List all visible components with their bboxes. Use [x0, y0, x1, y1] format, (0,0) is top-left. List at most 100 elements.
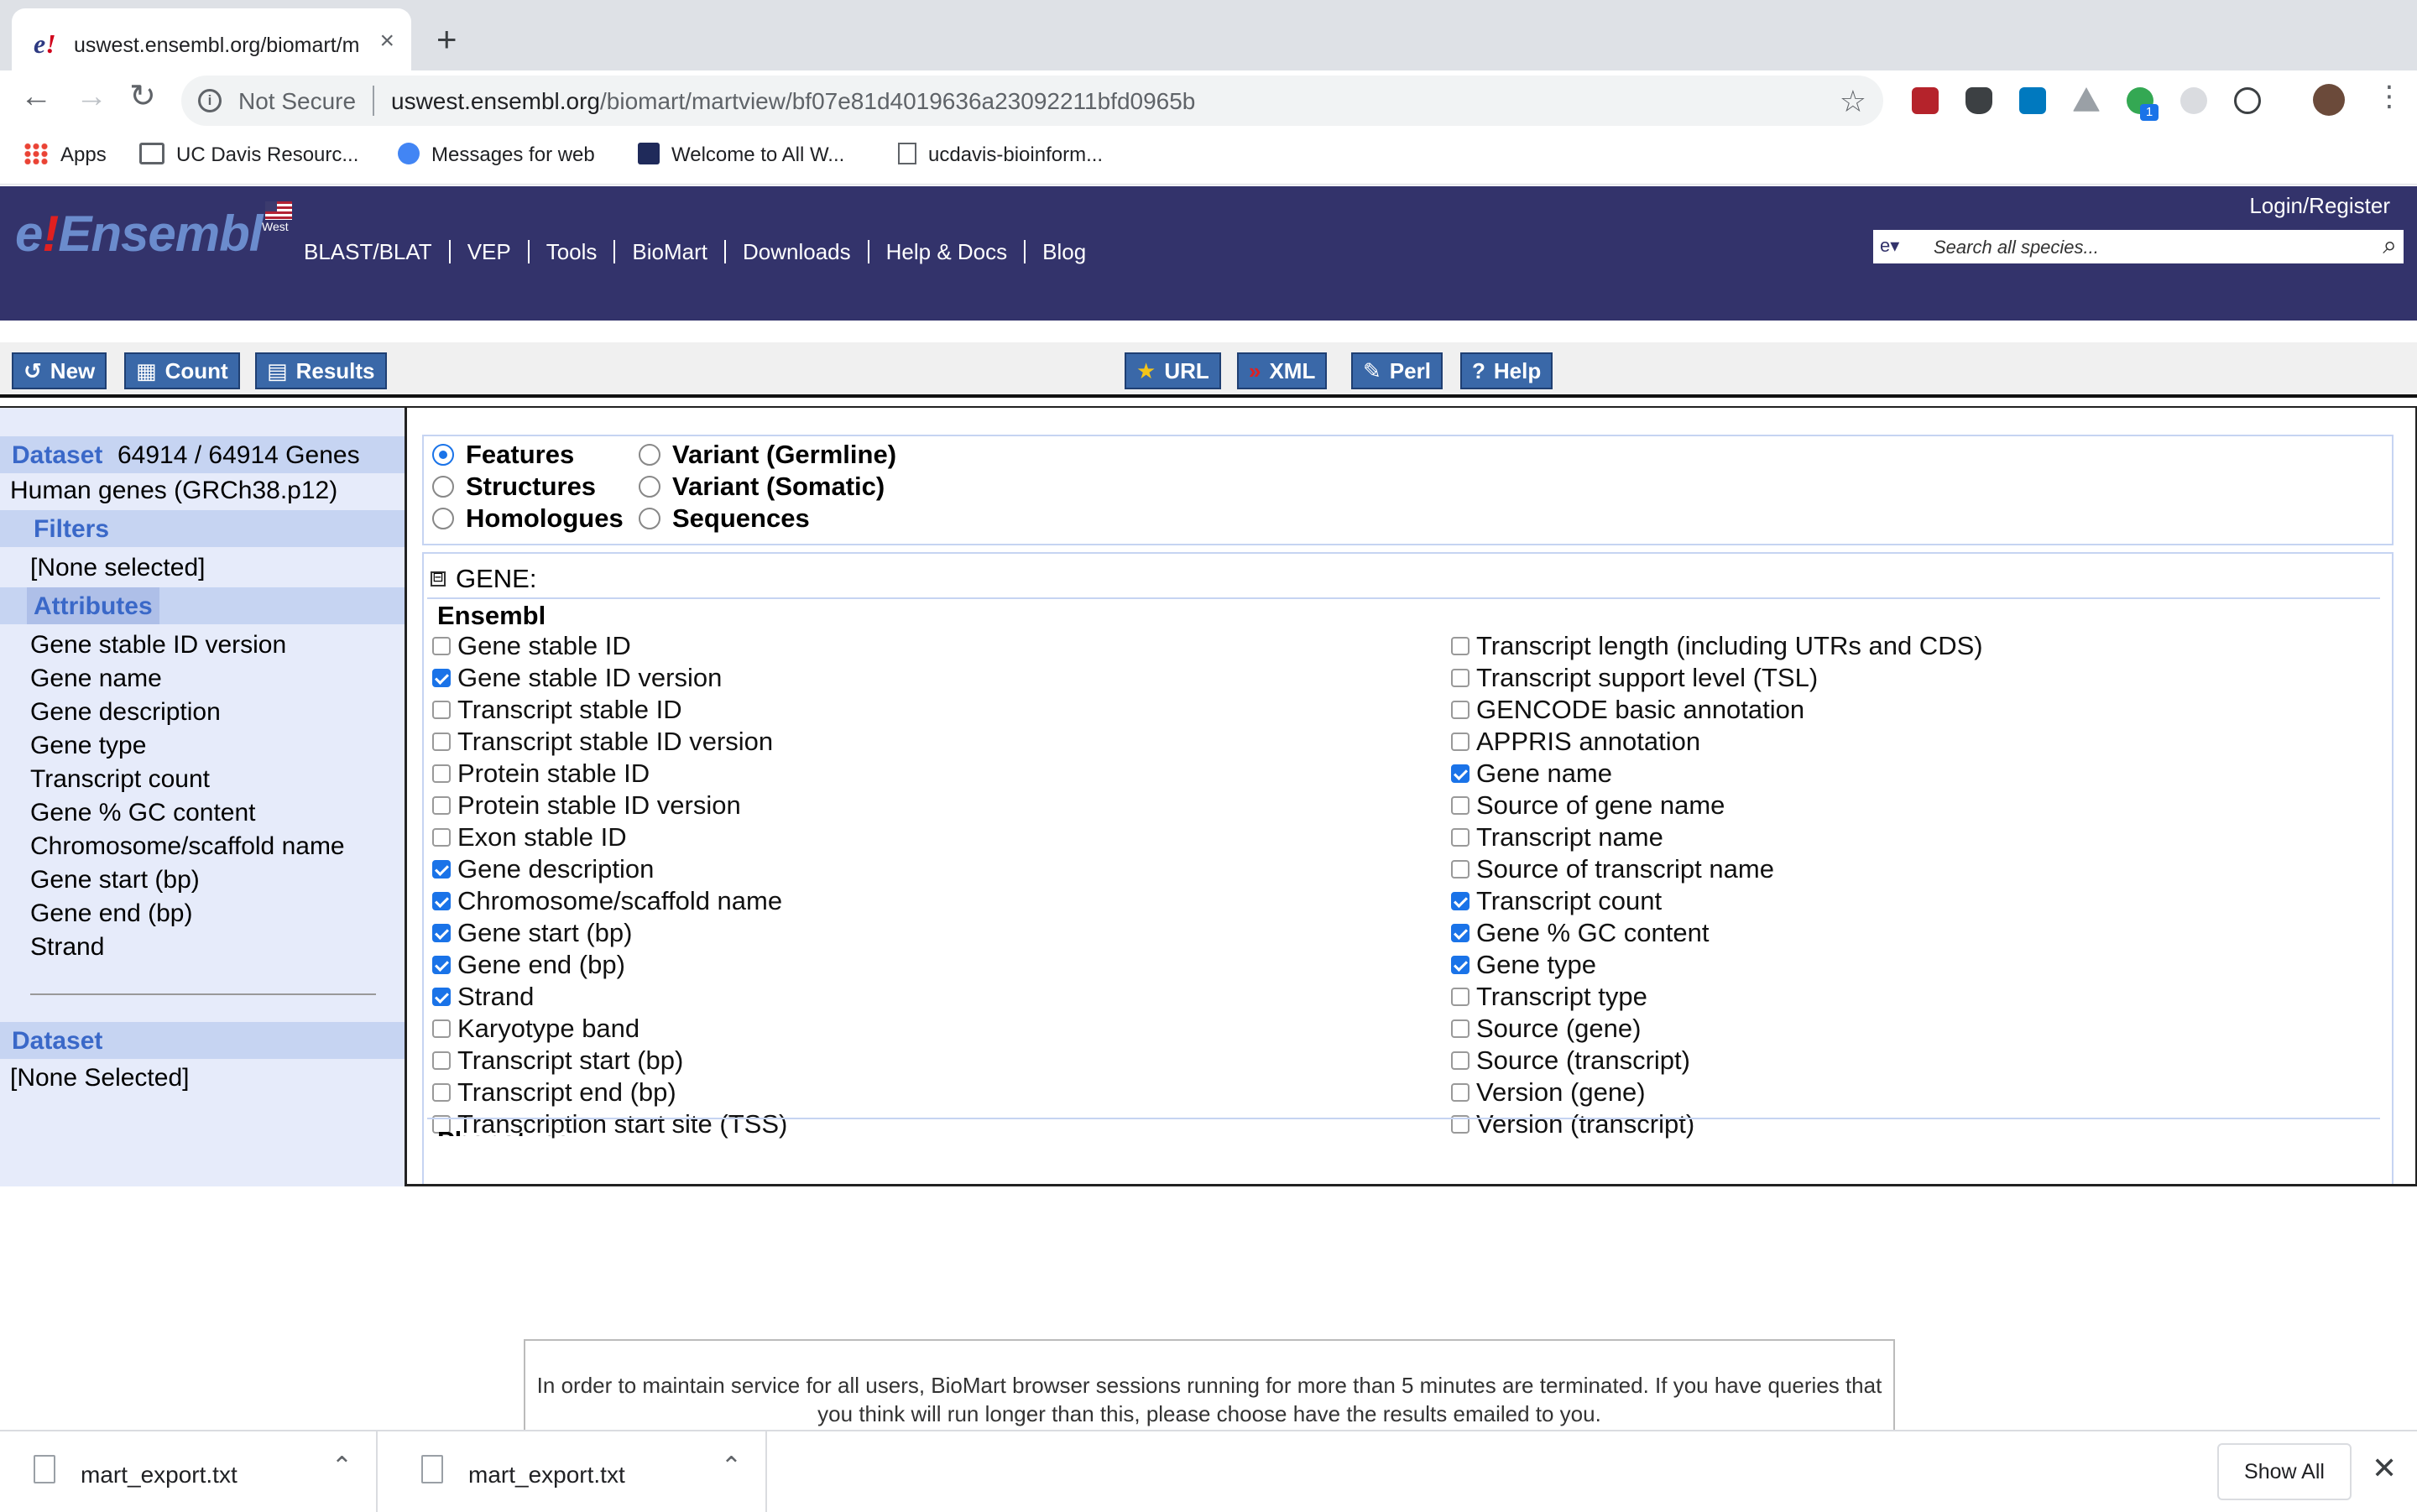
pocket-extension-icon[interactable] [1965, 87, 1992, 114]
radio-features[interactable]: Features [432, 440, 574, 470]
count-button[interactable]: ▦ Count [124, 352, 240, 389]
checkbox[interactable] [1451, 924, 1470, 942]
attribute-checkbox-row[interactable]: Transcript stable ID [432, 695, 682, 725]
close-downloads-icon[interactable]: ✕ [2372, 1453, 2397, 1483]
mendeley-extension-icon[interactable] [1912, 87, 1939, 114]
attribute-checkbox-row[interactable]: Version (transcript) [1451, 1109, 1694, 1139]
checkbox[interactable] [432, 701, 451, 719]
attribute-checkbox-row[interactable]: Transcript count [1451, 886, 1662, 916]
checkbox[interactable] [1451, 796, 1470, 815]
radio-homologues[interactable]: Homologues [432, 503, 624, 534]
checkbox[interactable] [1451, 637, 1470, 655]
checkbox[interactable] [432, 860, 451, 879]
trello-extension-icon[interactable] [2019, 87, 2046, 114]
browser-menu-icon[interactable]: ⋮ [2375, 82, 2404, 111]
attribute-checkbox-row[interactable]: GENCODE basic annotation [1451, 695, 1804, 725]
checkbox[interactable] [432, 1083, 451, 1102]
show-all-downloads-button[interactable]: Show All [2217, 1443, 2352, 1500]
attributes-heading[interactable]: Attributes [0, 587, 405, 624]
attribute-checkbox-row[interactable]: Exon stable ID [432, 822, 627, 852]
profile-avatar[interactable] [2313, 84, 2345, 116]
attribute-checkbox-row[interactable]: Source (transcript) [1451, 1045, 1690, 1076]
filters-heading[interactable]: Filters [0, 510, 405, 547]
attribute-checkbox-row[interactable]: Gene start (bp) [432, 918, 632, 948]
attribute-checkbox-row[interactable]: Gene stable ID [432, 631, 631, 661]
attribute-checkbox-row[interactable]: Gene end (bp) [432, 950, 625, 980]
bookmark-messages[interactable]: Messages for web [398, 143, 595, 167]
dataset2-heading[interactable]: Dataset [0, 1022, 405, 1059]
chevron-up-icon[interactable]: ⌃ [331, 1452, 352, 1481]
nav-tools[interactable]: Tools [527, 240, 614, 263]
nav-vep[interactable]: VEP [448, 240, 528, 263]
attribute-checkbox-row[interactable]: Gene type [1451, 950, 1596, 980]
nav-blog[interactable]: Blog [1024, 240, 1103, 263]
checkbox[interactable] [432, 733, 451, 751]
attribute-checkbox-row[interactable]: Transcript support level (TSL) [1451, 663, 1818, 693]
reload-icon[interactable]: ↻ [129, 81, 156, 112]
checkbox[interactable] [1451, 988, 1470, 1006]
radio-structures[interactable]: Structures [432, 472, 596, 502]
new-tab-button[interactable]: + [436, 22, 457, 57]
results-button[interactable]: ▤ Results [255, 352, 387, 389]
search-placeholder[interactable]: Search all species... [1934, 237, 2099, 258]
radio-dot[interactable] [639, 444, 660, 466]
attribute-checkbox-row[interactable]: Transcript name [1451, 822, 1663, 852]
radio-dot[interactable] [432, 508, 454, 529]
drive-extension-icon[interactable] [2073, 87, 2100, 112]
attribute-checkbox-row[interactable]: Strand [432, 982, 534, 1012]
radio-variant-somatic[interactable]: Variant (Somatic) [639, 472, 885, 502]
attribute-checkbox-row[interactable]: Source of gene name [1451, 790, 1725, 821]
checkbox[interactable] [432, 924, 451, 942]
radio-dot[interactable] [639, 508, 660, 529]
bookmark-star-icon[interactable]: ☆ [1840, 84, 1866, 119]
download-item[interactable]: mart_export.txt ⌃ [388, 1431, 767, 1512]
nav-biomart[interactable]: BioMart [613, 240, 724, 263]
perl-button[interactable]: ✎ Perl [1351, 352, 1443, 389]
collapse-icon[interactable]: ⊟ [431, 571, 446, 587]
chevron-up-icon[interactable]: ⌃ [721, 1452, 742, 1481]
download-item[interactable]: mart_export.txt ⌃ [0, 1431, 378, 1512]
bookmark-welcome[interactable]: Welcome to All W... [638, 143, 844, 167]
attribute-checkbox-row[interactable]: Transcript length (including UTRs and CD… [1451, 631, 1983, 661]
attribute-checkbox-row[interactable]: Gene % GC content [1451, 918, 1709, 948]
checkbox[interactable] [1451, 828, 1470, 847]
radio-dot[interactable] [432, 476, 454, 498]
help-button[interactable]: ? Help [1460, 352, 1553, 389]
attribute-checkbox-row[interactable]: Karyotype band [432, 1014, 639, 1044]
attribute-checkbox-row[interactable]: Gene description [432, 854, 654, 884]
checkbox[interactable] [1451, 860, 1470, 879]
attribute-checkbox-row[interactable]: Source of transcript name [1451, 854, 1774, 884]
attribute-checkbox-row[interactable]: Transcript type [1451, 982, 1647, 1012]
checkbox[interactable] [432, 828, 451, 847]
checkbox[interactable] [1451, 669, 1470, 687]
checkbox[interactable] [432, 1051, 451, 1070]
attribute-checkbox-row[interactable]: Transcript end (bp) [432, 1077, 676, 1108]
checkbox[interactable] [432, 764, 451, 783]
radio-sequences[interactable]: Sequences [639, 503, 810, 534]
search-icon[interactable]: ⌕ [2383, 232, 2397, 260]
url-text[interactable]: uswest.ensembl.org/biomart/martview/bf07… [391, 88, 1195, 115]
species-selector-icon[interactable]: e▾ [1880, 235, 1899, 257]
radio-dot[interactable] [639, 476, 660, 498]
info-icon[interactable]: i [198, 89, 222, 112]
checkbox[interactable] [432, 669, 451, 687]
bookmark-apps[interactable]: Apps [23, 143, 107, 167]
attribute-checkbox-row[interactable]: Gene stable ID version [432, 663, 722, 693]
attribute-checkbox-row[interactable]: Version (gene) [1451, 1077, 1646, 1108]
attribute-checkbox-row[interactable]: Chromosome/scaffold name [432, 886, 782, 916]
attribute-checkbox-row[interactable]: Protein stable ID [432, 759, 650, 789]
checkbox[interactable] [1451, 764, 1470, 783]
address-bar[interactable]: i Not Secure uswest.ensembl.org/biomart/… [181, 76, 1883, 126]
checkbox[interactable] [1451, 1051, 1470, 1070]
new-button[interactable]: ↺ New [12, 352, 107, 389]
attribute-checkbox-row[interactable]: Protein stable ID version [432, 790, 741, 821]
tab-close-icon[interactable]: × [379, 29, 394, 54]
gene-section-toggle[interactable]: ⊟ GENE: [431, 564, 536, 594]
attribute-checkbox-row[interactable]: Gene name [1451, 759, 1612, 789]
xml-button[interactable]: » XML [1237, 352, 1328, 389]
checkbox[interactable] [432, 956, 451, 974]
browser-tab[interactable]: e! uswest.ensembl.org/biomart/m × [12, 8, 411, 70]
bookmark-uc-davis[interactable]: UC Davis Resourc... [139, 143, 358, 167]
dataset-name[interactable]: Human genes (GRCh38.p12) [10, 477, 337, 505]
back-icon[interactable]: ← [20, 81, 52, 112]
